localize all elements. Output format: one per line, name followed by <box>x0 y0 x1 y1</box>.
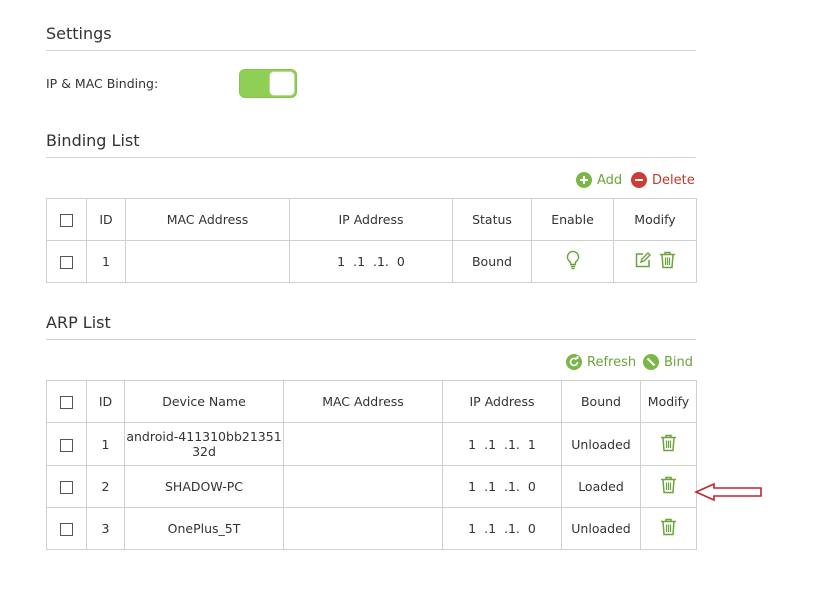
row-id: 1 <box>86 240 126 283</box>
modify-cell <box>640 507 697 550</box>
settings-divider <box>46 50 696 51</box>
row-bound: Loaded <box>561 465 641 508</box>
modify-cell <box>640 465 697 508</box>
table-row: 1 android-411310bb21351 32d 1 .1 .1. 1 U… <box>46 422 697 466</box>
add-icon <box>576 172 592 188</box>
annotation-arrow-icon <box>694 482 762 502</box>
trash-icon[interactable] <box>660 518 677 539</box>
bind-icon <box>643 354 659 370</box>
row-id: 1 <box>86 422 125 466</box>
add-label: Add <box>597 172 623 188</box>
ip-mac-binding-toggle[interactable] <box>239 69 297 98</box>
arp-header-row: ID Device Name MAC Address IP Address Bo… <box>46 380 697 423</box>
binding-list-title: Binding List <box>46 131 140 150</box>
table-row: 1 1 .1 .1. 0 Bound <box>46 240 697 283</box>
delete-icon <box>631 172 647 188</box>
row-checkbox[interactable] <box>60 523 73 536</box>
row-select-cell <box>46 422 87 466</box>
delete-label: Delete <box>652 172 695 188</box>
row-device-name: SHADOW-PC <box>124 465 284 508</box>
arp-list-title: ARP List <box>46 313 111 332</box>
row-ip: 1 .1 .1. 1 <box>442 422 562 466</box>
select-all-cell <box>46 198 87 241</box>
row-bound: Unloaded <box>561 507 641 550</box>
row-ip: 1 .1 .1. 0 <box>442 465 562 508</box>
row-ip: 1 .1 .1. 0 <box>289 240 453 283</box>
arp-list-table: ID Device Name MAC Address IP Address Bo… <box>46 380 697 550</box>
binding-header-row: ID MAC Address IP Address Status Enable … <box>46 198 697 241</box>
row-mac <box>283 465 443 508</box>
row-checkbox[interactable] <box>60 481 73 494</box>
row-id: 3 <box>86 507 125 550</box>
col-status: Status <box>452 198 532 241</box>
col-modify: Modify <box>613 198 697 241</box>
arp-col-bound: Bound <box>561 380 641 423</box>
refresh-icon <box>566 354 582 370</box>
row-mac <box>283 422 443 466</box>
row-checkbox[interactable] <box>60 256 73 269</box>
ip-mac-binding-label: IP & MAC Binding: <box>46 76 159 91</box>
table-row: 3 OnePlus_5T 1 .1 .1. 0 Unloaded <box>46 507 697 550</box>
refresh-button[interactable]: Refresh <box>566 354 636 370</box>
arp-col-id: ID <box>86 380 125 423</box>
device-name-line-2: 32d <box>192 444 216 459</box>
refresh-label: Refresh <box>587 354 637 370</box>
col-enable: Enable <box>531 198 614 241</box>
trash-icon[interactable] <box>660 434 677 455</box>
arp-col-device-name: Device Name <box>124 380 284 423</box>
arp-select-all-cell <box>46 380 87 423</box>
edit-icon[interactable] <box>634 251 651 272</box>
settings-title: Settings <box>46 24 112 43</box>
device-name-line-1: android-411310bb21351 <box>126 429 282 444</box>
delete-button[interactable]: Delete <box>631 172 695 188</box>
arp-col-mac-address: MAC Address <box>283 380 443 423</box>
col-mac-address: MAC Address <box>125 198 290 241</box>
col-ip-address: IP Address <box>289 198 453 241</box>
row-mac <box>125 240 290 283</box>
row-checkbox[interactable] <box>60 438 73 452</box>
bind-button[interactable]: Bind <box>643 354 693 370</box>
row-device-name: android-411310bb21351 32d <box>124 422 284 466</box>
row-id: 2 <box>86 465 125 508</box>
arp-list-divider <box>46 339 696 340</box>
arp-col-modify: Modify <box>640 380 697 423</box>
enable-cell <box>531 240 614 283</box>
add-button[interactable]: Add <box>576 172 622 188</box>
row-status: Bound <box>452 240 532 283</box>
trash-icon[interactable] <box>660 476 677 497</box>
table-row: 2 SHADOW-PC 1 .1 .1. 0 Loaded <box>46 465 697 508</box>
modify-cell <box>613 240 697 283</box>
binding-list-divider <box>46 157 696 158</box>
row-select-cell <box>46 465 87 508</box>
toggle-knob <box>269 71 295 96</box>
select-all-checkbox[interactable] <box>60 214 73 227</box>
modify-cell <box>640 422 697 466</box>
row-bound: Unloaded <box>561 422 641 466</box>
binding-list-table: ID MAC Address IP Address Status Enable … <box>46 198 697 283</box>
col-id: ID <box>86 198 126 241</box>
arp-col-ip-address: IP Address <box>442 380 562 423</box>
row-device-name: OnePlus_5T <box>124 507 284 550</box>
row-select-cell <box>46 507 87 550</box>
bulb-icon[interactable] <box>565 250 581 273</box>
bind-label: Bind <box>664 354 694 370</box>
row-select-cell <box>46 240 87 283</box>
row-mac <box>283 507 443 550</box>
row-ip: 1 .1 .1. 0 <box>442 507 562 550</box>
arp-select-all-checkbox[interactable] <box>60 396 73 409</box>
trash-icon[interactable] <box>659 251 676 272</box>
